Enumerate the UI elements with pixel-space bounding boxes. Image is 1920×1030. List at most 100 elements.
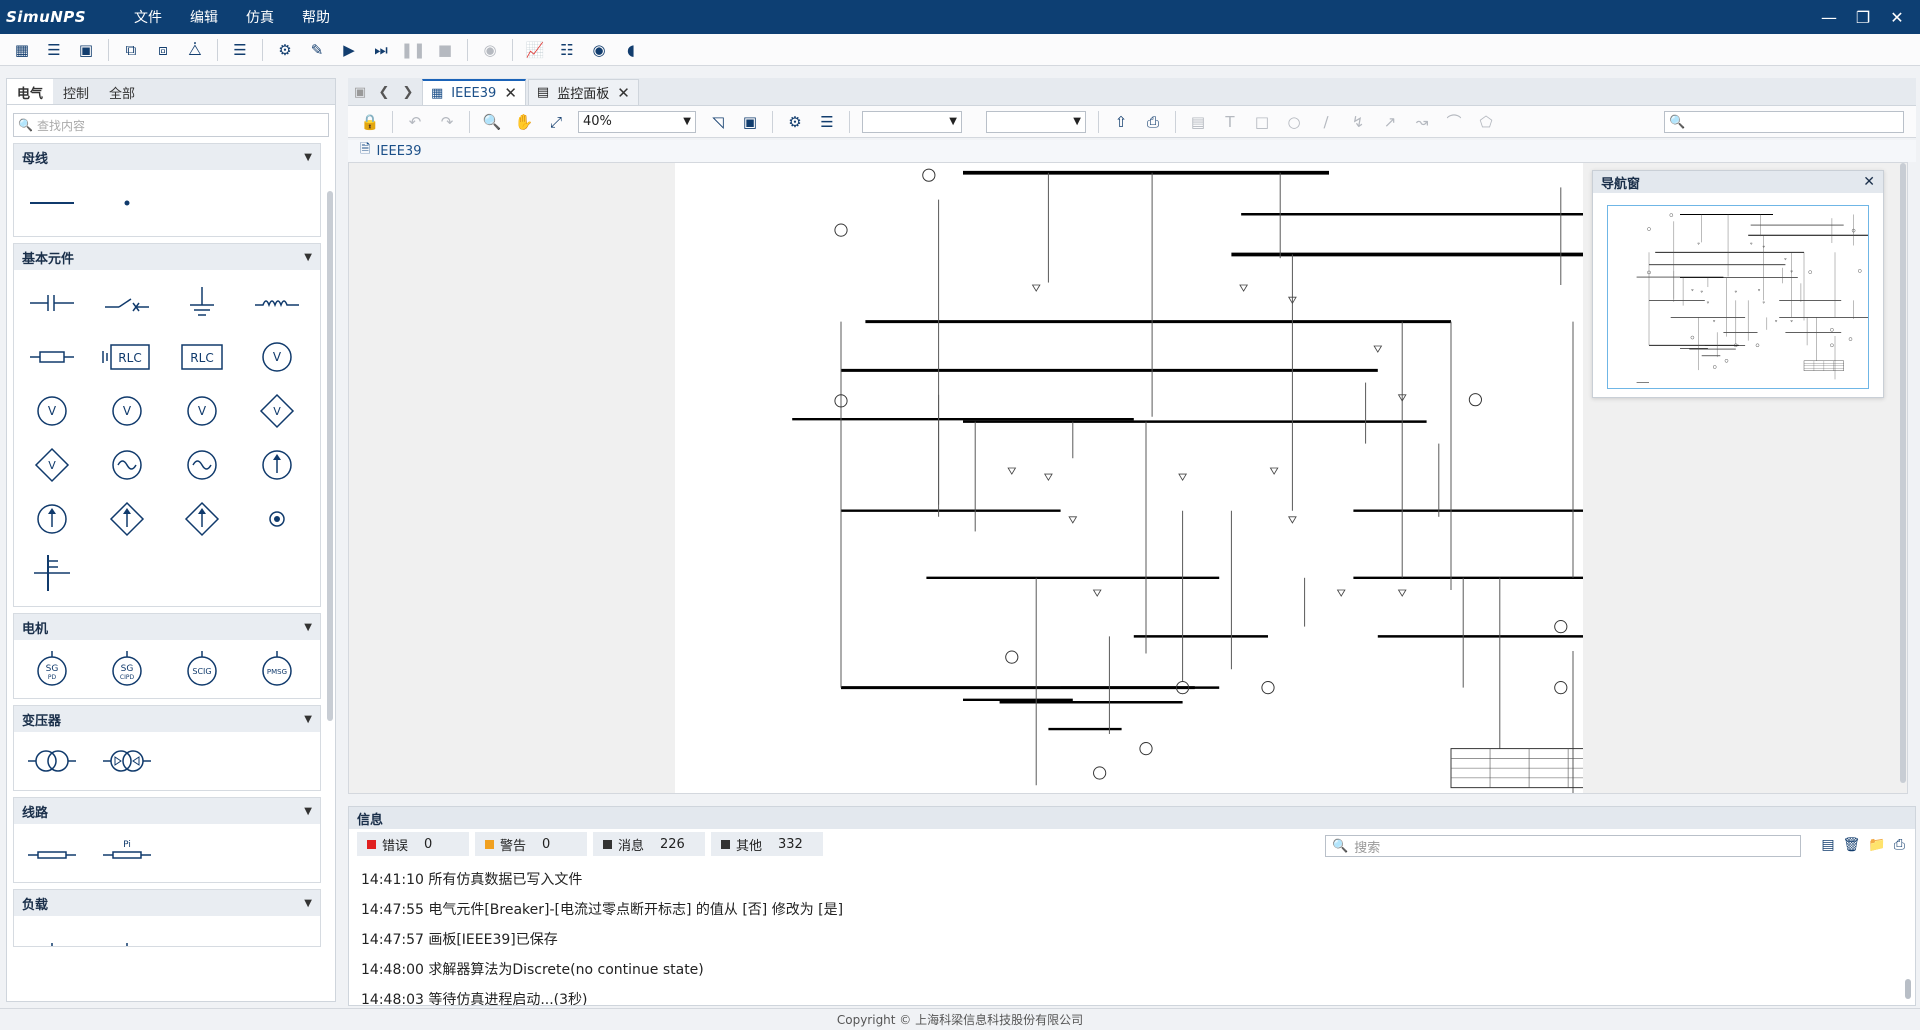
category-header[interactable]: 线路 ▼ bbox=[14, 798, 320, 824]
play-icon[interactable]: ▶ bbox=[337, 38, 361, 62]
library-search-input[interactable]: 🔍 查找内容 bbox=[13, 113, 329, 137]
forward-icon[interactable]: ❯ bbox=[396, 79, 420, 105]
rectangle-icon[interactable]: □ bbox=[1250, 110, 1274, 134]
layers-icon[interactable]: ☰ bbox=[815, 110, 839, 134]
multi-terminal-component[interactable] bbox=[14, 546, 89, 600]
canvas-search-input[interactable]: 🔍 bbox=[1664, 111, 1904, 133]
navigator-viewport[interactable] bbox=[1607, 205, 1897, 389]
controlled-current-component[interactable] bbox=[89, 492, 164, 546]
arrow-icon[interactable]: ↗ bbox=[1378, 110, 1402, 134]
filter-messages[interactable]: 消息 226 bbox=[593, 832, 705, 856]
font-size-select[interactable]: ▼ bbox=[986, 110, 1086, 133]
trash-icon[interactable]: 🗑 bbox=[1843, 837, 1861, 853]
rlc-branch-component[interactable]: RLC bbox=[89, 330, 164, 384]
image-icon[interactable]: ▤ bbox=[1186, 110, 1210, 134]
edit-icon[interactable]: ✎ bbox=[305, 38, 329, 62]
export-icon[interactable]: ⇧ bbox=[1109, 110, 1133, 134]
controlled-voltage-component[interactable]: V bbox=[164, 384, 239, 438]
filter-other[interactable]: 其他 332 bbox=[711, 832, 823, 856]
tag-icon[interactable]: ◹ bbox=[706, 110, 730, 134]
category-header[interactable]: 电机 ▼ bbox=[14, 614, 320, 640]
pause-icon[interactable]: ❚❚ bbox=[400, 38, 425, 62]
transmission-line-component[interactable] bbox=[14, 826, 89, 880]
scig-component[interactable]: SCIG bbox=[164, 642, 239, 696]
tuning-icon[interactable]: ☷ bbox=[555, 38, 579, 62]
menu-simulation[interactable]: 仿真 bbox=[232, 7, 288, 27]
tab-ieee39[interactable]: ▦ IEEE39 ✕ bbox=[422, 79, 526, 105]
filter-errors[interactable]: 错误 0 bbox=[357, 832, 469, 856]
text-icon[interactable]: T bbox=[1218, 110, 1242, 134]
ac-source-component[interactable] bbox=[164, 438, 239, 492]
ac-current-source-component[interactable] bbox=[89, 438, 164, 492]
category-header[interactable]: 基本元件 ▼ bbox=[14, 244, 320, 270]
line-icon[interactable]: ∕ bbox=[1314, 110, 1338, 134]
fit-view-icon[interactable]: ⤢ bbox=[544, 110, 568, 134]
menu-file[interactable]: 文件 bbox=[120, 7, 176, 27]
headset-icon[interactable]: ◖ bbox=[619, 38, 643, 62]
load-component[interactable] bbox=[14, 916, 89, 946]
dc-voltage-source-component[interactable]: V bbox=[14, 384, 89, 438]
tab-all[interactable]: 全部 bbox=[99, 79, 145, 104]
filter-warnings[interactable]: 警告 0 bbox=[475, 832, 587, 856]
polyline-arrow-icon[interactable]: ↝ bbox=[1410, 110, 1434, 134]
load-component[interactable] bbox=[89, 916, 164, 946]
inductor-component[interactable] bbox=[239, 276, 314, 330]
capacitor-component[interactable] bbox=[14, 276, 89, 330]
print-icon[interactable]: ⎙ bbox=[1141, 110, 1165, 134]
minimize-icon[interactable]: — bbox=[1812, 8, 1846, 27]
library-scrollbar[interactable] bbox=[327, 191, 333, 721]
bus-line-component[interactable] bbox=[14, 176, 89, 230]
canvas-scrollbar[interactable] bbox=[1899, 163, 1907, 783]
phase-shift-transformer-component[interactable] bbox=[89, 734, 164, 788]
breaker-component[interactable] bbox=[89, 276, 164, 330]
new-model-icon[interactable]: ⧉ bbox=[119, 38, 143, 62]
category-header[interactable]: 母线 ▼ bbox=[14, 144, 320, 170]
undo-icon[interactable]: ↶ bbox=[403, 110, 427, 134]
open-model-icon[interactable]: ⧈ bbox=[151, 38, 175, 62]
close-icon[interactable]: ✕ bbox=[1880, 8, 1914, 27]
tab-control[interactable]: 控制 bbox=[53, 79, 99, 104]
settings-sliders-icon[interactable]: ☰ bbox=[228, 38, 252, 62]
tab-electrical[interactable]: 电气 bbox=[7, 79, 54, 104]
step-icon[interactable]: ⏭ bbox=[369, 38, 393, 62]
polygon-icon[interactable]: ⬠ bbox=[1474, 110, 1498, 134]
home-icon[interactable]: ▣ bbox=[348, 79, 372, 105]
resistor-component[interactable] bbox=[14, 330, 89, 384]
bus-node-component[interactable] bbox=[89, 176, 164, 230]
rlc-load-component[interactable]: RLC bbox=[164, 330, 239, 384]
category-header[interactable]: 负载 ▼ bbox=[14, 890, 320, 916]
arc-icon[interactable]: ⌒ bbox=[1442, 110, 1466, 134]
log-scrollbar[interactable] bbox=[1905, 979, 1911, 999]
close-icon[interactable]: ✕ bbox=[1863, 174, 1875, 190]
category-header[interactable]: 变压器 ▼ bbox=[14, 706, 320, 732]
layout-grid-icon[interactable]: ▦ bbox=[10, 38, 34, 62]
pmsg-component[interactable]: PMSG bbox=[239, 642, 314, 696]
menu-help[interactable]: 帮助 bbox=[288, 7, 344, 27]
restore-icon[interactable]: ❐ bbox=[1846, 8, 1880, 27]
zoom-select[interactable]: 40% ▼ bbox=[578, 110, 696, 133]
measurement-point-component[interactable] bbox=[239, 492, 314, 546]
save-model-icon[interactable]: ⧊ bbox=[183, 38, 207, 62]
breadcrumb-item[interactable]: IEEE39 bbox=[376, 144, 421, 159]
dependent-current-component[interactable] bbox=[164, 492, 239, 546]
voltage-source-component[interactable]: V bbox=[89, 384, 164, 438]
controlled-voltage-diamond-component[interactable]: V bbox=[239, 384, 314, 438]
sg-cipd-component[interactable]: SG CIPD bbox=[89, 642, 164, 696]
info-search-input[interactable]: 🔍 搜索 bbox=[1325, 835, 1801, 857]
back-icon[interactable]: ❮ bbox=[372, 79, 396, 105]
compile-icon[interactable]: ⚙ bbox=[273, 38, 297, 62]
stop-icon[interactable]: ■ bbox=[433, 38, 457, 62]
ac-voltage-source-component[interactable]: V bbox=[239, 330, 314, 384]
circle-icon[interactable]: ○ bbox=[1282, 110, 1306, 134]
tab-monitor-panel[interactable]: ▤ 监控面板 ✕ bbox=[527, 79, 639, 105]
panel-icon[interactable]: ▣ bbox=[74, 38, 98, 62]
folder-icon[interactable]: 📁 bbox=[1868, 837, 1885, 853]
zoom-icon[interactable]: 🔍 bbox=[480, 110, 504, 134]
lock-icon[interactable]: 🔒 bbox=[358, 110, 382, 134]
copy-icon[interactable]: ▤ bbox=[1821, 837, 1834, 853]
print-icon[interactable]: ⎙ bbox=[1894, 837, 1905, 853]
dc-current-source-component[interactable] bbox=[239, 438, 314, 492]
pan-hand-icon[interactable]: ✋ bbox=[512, 110, 536, 134]
menu-edit[interactable]: 编辑 bbox=[176, 7, 232, 27]
font-family-select[interactable]: ▼ bbox=[862, 110, 962, 133]
